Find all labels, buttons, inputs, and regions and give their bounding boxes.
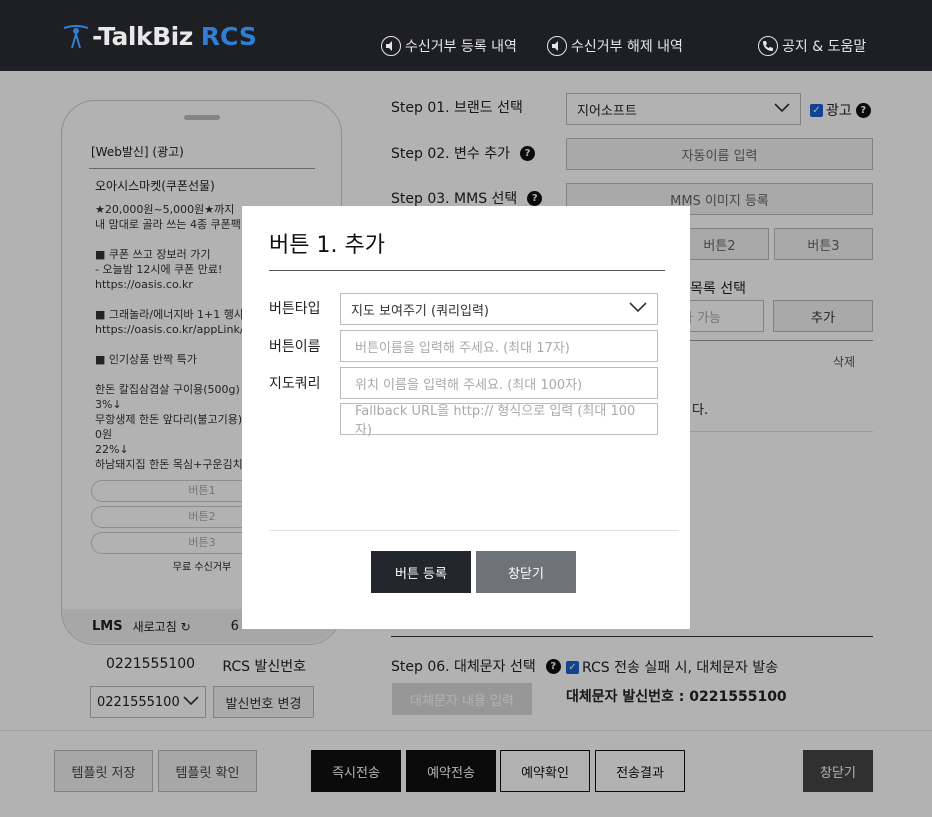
button-type-select[interactable]: 지도 보여주기 (쿼리입력) (340, 293, 658, 325)
modal-footer-rule (269, 530, 679, 531)
logo-suffix: RCS (200, 21, 257, 51)
modal-title: 버튼 1. 추가 (269, 233, 385, 258)
nav-label: 공지 & 도움말 (782, 39, 867, 55)
map-query-input[interactable]: 위치 이름을 입력해 주세요. (최대 100자) (340, 367, 658, 399)
nav-reject-release[interactable]: 수신거부 해제 내역 (547, 34, 683, 58)
nav-label: 수신거부 등록 내역 (405, 39, 517, 55)
speaker-icon (381, 36, 401, 56)
logo-antenna-icon (62, 22, 90, 50)
phone-icon (758, 36, 778, 56)
modal-close-button[interactable]: 창닫기 (476, 551, 576, 593)
nav-label: 수신거부 해제 내역 (571, 39, 683, 55)
map-query-label: 지도쿼리 (269, 376, 321, 392)
button-type-label: 버튼타입 (269, 301, 321, 317)
logo[interactable]: -TalkBiz RCS (62, 20, 257, 52)
nav-reject-register[interactable]: 수신거부 등록 내역 (381, 34, 517, 58)
top-header: -TalkBiz RCS 수신거부 등록 내역 수신거부 해제 내역 공지 & … (0, 0, 932, 71)
chevron-down-icon (629, 301, 647, 317)
fallback-url-input[interactable]: Fallback URL을 http:// 형식으로 입력 (최대 100자) (340, 403, 658, 438)
button-type-value: 지도 보여주기 (쿼리입력) (351, 303, 490, 319)
add-button-modal: 버튼 1. 추가 버튼타입 지도 보여주기 (쿼리입력) 버튼이름 버튼이름을 … (242, 206, 690, 629)
register-button[interactable]: 버튼 등록 (371, 551, 471, 593)
button-name-input[interactable]: 버튼이름을 입력해 주세요. (최대 17자) (340, 330, 658, 362)
logo-text: -TalkBiz (92, 21, 193, 51)
speaker-icon (547, 36, 567, 56)
nav-notice-help[interactable]: 공지 & 도움말 (758, 34, 866, 58)
modal-title-rule (269, 270, 665, 271)
button-name-label: 버튼이름 (269, 339, 321, 355)
